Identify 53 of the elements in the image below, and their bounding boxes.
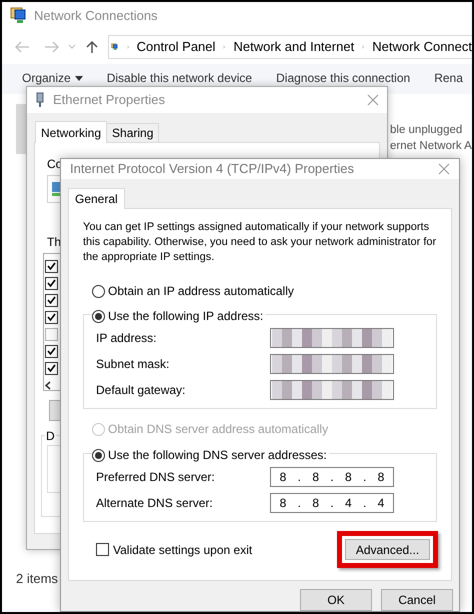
radio-label: Use the following IP address:: [108, 308, 264, 325]
advanced-button[interactable]: Advanced...: [345, 539, 430, 560]
checkbox[interactable]: [45, 260, 58, 273]
address-bar[interactable]: Control Panel Network and Internet Network Connect: [108, 35, 472, 59]
ip-input-field[interactable]: 8 . 8 . 4 . 4: [270, 493, 394, 513]
ip-input-field[interactable]: 8 . 8 . 8 . 8: [270, 467, 394, 487]
field-label: Subnet mask:: [96, 356, 170, 373]
breadcrumb-item[interactable]: Network Connect: [372, 37, 472, 57]
connection-detail: ble unplugged: [390, 123, 464, 138]
field-label: IP address:: [96, 330, 158, 347]
dialog-button[interactable]: OK: [300, 589, 372, 611]
radio-button[interactable]: [92, 310, 105, 322]
network-icon: [10, 7, 28, 25]
tab[interactable]: Networking: [35, 121, 108, 143]
description-text: You can get IP settings assigned automatically if your network supports this capability. Otherwise, you need to ask your network administrator for the appropriate IP settings.: [83, 220, 438, 265]
checkbox[interactable]: [45, 362, 58, 375]
field-label: Alternate DNS server:: [96, 495, 214, 512]
window-title: Ethernet Properties: [53, 91, 166, 110]
status-bar-text: 2 items: [16, 570, 58, 588]
checkbox[interactable]: [45, 345, 58, 358]
toolbar-command[interactable]: Disable this network device: [106, 71, 252, 85]
connection-detail: ernet Network A: [390, 139, 472, 154]
checkbox[interactable]: [45, 294, 58, 307]
ethernet-icon: [35, 92, 45, 108]
tab[interactable]: General: [68, 188, 125, 209]
toolbar-command[interactable]: Rena: [434, 71, 463, 85]
toolbar-command[interactable]: Diagnose this connection: [276, 71, 410, 85]
toolbar-command[interactable]: Organize: [22, 71, 83, 85]
radio-label: Obtain DNS server address automatically: [108, 421, 328, 438]
checkbox[interactable]: [45, 311, 58, 324]
scroll-left-icon[interactable]: [45, 381, 51, 390]
checkbox[interactable]: [45, 328, 58, 341]
chevron-right-icon: [223, 43, 226, 51]
close-icon[interactable]: [438, 163, 450, 175]
breadcrumb-item[interactable]: Network and Internet: [234, 37, 354, 57]
dropdown-icon: [74, 76, 83, 80]
checkbox[interactable]: [96, 543, 109, 556]
radio-label: Use the following DNS server addresses:: [108, 447, 327, 464]
window-title: Internet Protocol Version 4 (TCP/IPv4) Properties: [70, 160, 355, 178]
checkbox-label: Validate settings upon exit: [113, 542, 252, 558]
dialog-button[interactable]: Cancel: [381, 589, 453, 611]
tab[interactable]: Sharing: [107, 123, 160, 142]
checkbox[interactable]: [45, 277, 58, 290]
field-label: Preferred DNS server:: [96, 469, 216, 486]
chevron-right-icon: [362, 43, 364, 51]
up-arrow-icon[interactable]: [86, 40, 98, 54]
close-icon[interactable]: [367, 94, 379, 106]
radio-button[interactable]: [92, 284, 105, 298]
radio-button[interactable]: [92, 448, 105, 462]
window-title: Network Connections: [34, 7, 158, 26]
radio-label: Obtain an IP address automatically: [108, 283, 294, 300]
field-label: Default gateway:: [96, 382, 186, 399]
breadcrumb-item[interactable]: Control Panel: [136, 37, 216, 57]
